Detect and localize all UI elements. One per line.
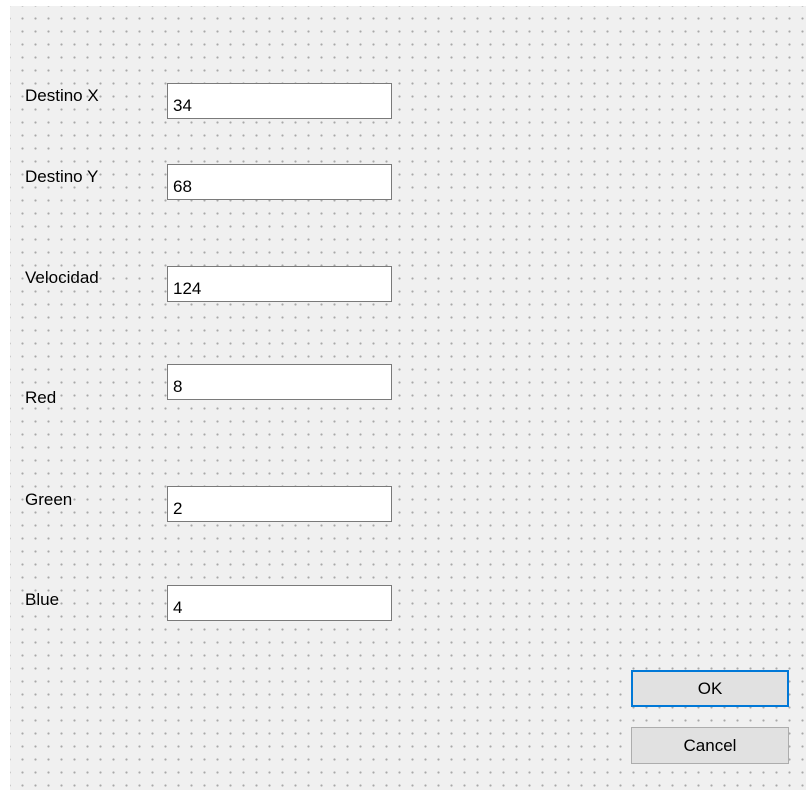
green-label: Green — [25, 490, 73, 509]
red-label: Red — [25, 388, 57, 407]
velocidad-label: Velocidad — [25, 268, 99, 287]
red-field[interactable] — [167, 364, 392, 400]
destino-x-field[interactable] — [167, 83, 392, 119]
destino-y-label: Destino Y — [25, 167, 99, 186]
destino-x-label: Destino X — [25, 86, 99, 105]
cancel-button[interactable]: Cancel — [631, 727, 789, 764]
blue-field[interactable] — [167, 585, 392, 621]
destino-y-field[interactable] — [167, 164, 392, 200]
green-field[interactable] — [167, 486, 392, 522]
ok-button[interactable]: OK — [631, 670, 789, 707]
velocidad-field[interactable] — [167, 266, 392, 302]
blue-label: Blue — [25, 590, 60, 609]
